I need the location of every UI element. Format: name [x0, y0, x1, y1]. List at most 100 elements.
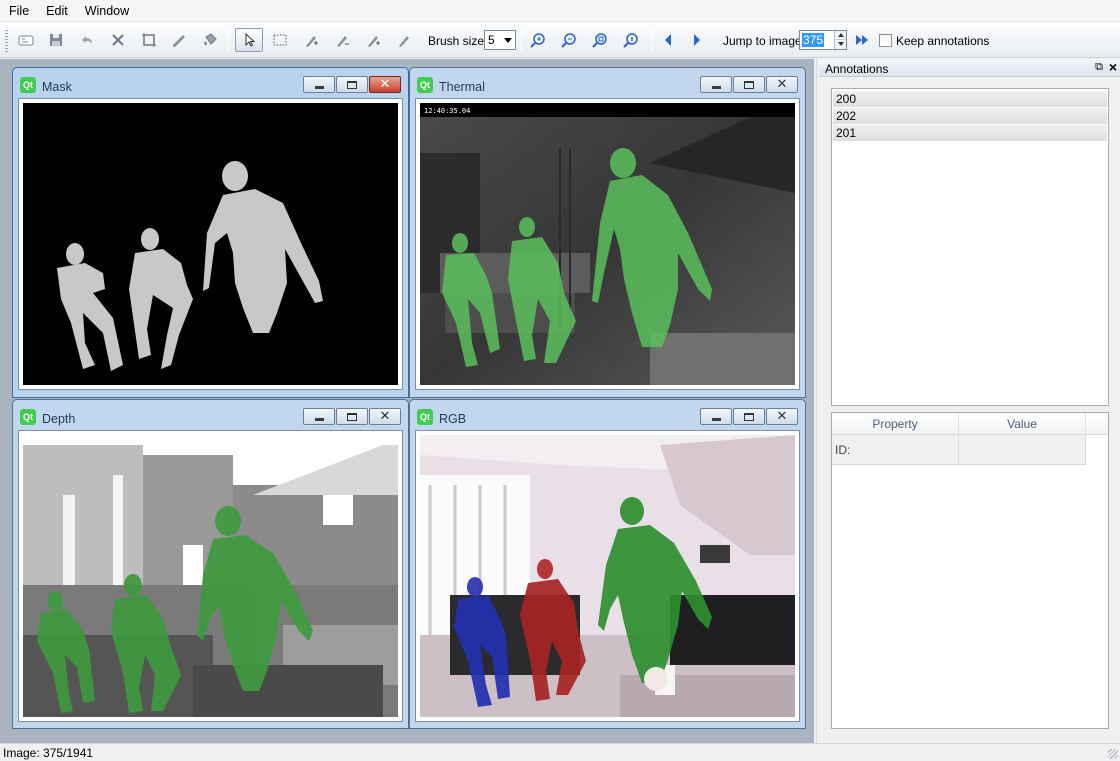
value-cell[interactable] [959, 435, 1086, 465]
close-icon: ✕ [379, 77, 391, 92]
zoom-in-icon[interactable] [526, 28, 550, 52]
jump-to-image-value[interactable]: 375 [802, 33, 825, 47]
zoom-original-icon[interactable] [619, 28, 643, 52]
mask-image[interactable] [23, 103, 398, 385]
depth-window-title: Depth [42, 412, 76, 426]
close-button[interactable]: ✕ [766, 76, 798, 93]
cut-icon[interactable] [106, 28, 130, 52]
jump-to-image-label: Jump to image: [723, 34, 806, 48]
list-item[interactable]: 200 [833, 91, 1107, 108]
mask-window-titlebar[interactable]: Qt Mask ✕ [13, 68, 408, 96]
minimize-icon [711, 417, 721, 421]
undo-icon[interactable] [75, 28, 99, 52]
minimize-icon [314, 85, 324, 89]
table-row[interactable]: ID: [832, 435, 1108, 465]
crop-icon[interactable] [137, 28, 161, 52]
last-icon[interactable] [850, 28, 874, 52]
size-grip-icon[interactable] [1108, 749, 1118, 759]
maximize-button[interactable] [733, 76, 765, 93]
column-header-value[interactable]: Value [959, 413, 1086, 434]
maximize-button[interactable] [733, 408, 765, 425]
mask-canvas [23, 103, 398, 385]
thermal-window-title: Thermal [439, 80, 485, 94]
zoom-out-icon[interactable] [557, 28, 581, 52]
menu-window[interactable]: Window [76, 0, 137, 22]
rgb-window[interactable]: Qt RGB ✕ [409, 399, 806, 729]
status-bar: Image: 375/1941 [0, 743, 1120, 761]
close-icon: ✕ [776, 77, 788, 92]
toolbar: Brush size: 5 Jump to image: 375 Keep an… [0, 22, 1120, 58]
brush-size-label: Brush size: [428, 34, 488, 48]
annotations-dock: Annotations ⧉ × 200 202 201 Property Val… [816, 59, 1120, 743]
rgb-view[interactable] [415, 430, 800, 722]
rgb-image[interactable] [420, 435, 795, 717]
qt-logo-icon: Qt [417, 409, 433, 425]
pointer-icon[interactable] [235, 28, 263, 52]
thermal-window-titlebar[interactable]: Qt Thermal ✕ [410, 68, 805, 96]
list-item[interactable]: 201 [833, 125, 1107, 142]
depth-window[interactable]: Qt Depth ✕ [12, 399, 409, 729]
rect-select-icon[interactable] [268, 28, 292, 52]
jump-to-image-spinbox[interactable]: 375 [799, 30, 847, 50]
minimize-button[interactable] [303, 76, 335, 93]
depth-image[interactable] [23, 435, 398, 717]
pen-icon[interactable] [392, 28, 416, 52]
rgb-window-titlebar[interactable]: Qt RGB ✕ [410, 400, 805, 428]
pen-remove-icon[interactable] [330, 28, 354, 52]
save-icon[interactable] [44, 28, 68, 52]
keep-annotations-checkbox[interactable] [879, 34, 892, 47]
property-cell: ID: [832, 435, 959, 465]
column-header-property[interactable]: Property [832, 413, 959, 434]
menu-edit[interactable]: Edit [37, 0, 76, 22]
annotation-list[interactable]: 200 202 201 [831, 88, 1109, 406]
minimize-button[interactable] [700, 76, 732, 93]
brush-icon[interactable] [168, 28, 192, 52]
thermal-view[interactable]: 12:40:35.04 [415, 98, 800, 390]
annotations-dock-titlebar[interactable]: Annotations ⧉ × [819, 59, 1120, 77]
spin-up-icon[interactable] [834, 31, 846, 40]
pen-add-icon[interactable] [299, 28, 323, 52]
close-icon: ✕ [379, 409, 391, 424]
depth-canvas [23, 435, 398, 717]
brush-size-select[interactable]: 5 [484, 30, 516, 50]
chevron-down-icon [504, 38, 512, 43]
zoom-fit-icon[interactable] [588, 28, 612, 52]
minimize-button[interactable] [700, 408, 732, 425]
list-item[interactable]: 202 [833, 108, 1107, 125]
keep-annotations-label[interactable]: Keep annotations [896, 34, 989, 48]
menu-bar: File Edit Window [0, 0, 1120, 22]
close-button[interactable]: ✕ [369, 408, 401, 425]
spin-down-icon[interactable] [834, 40, 846, 49]
toolbar-grip[interactable] [5, 30, 8, 52]
depth-view[interactable] [18, 430, 403, 722]
wand-icon[interactable] [14, 28, 38, 52]
prev-icon[interactable] [656, 28, 680, 52]
mask-window[interactable]: Qt Mask ✕ [12, 67, 409, 398]
maximize-icon [347, 412, 357, 421]
maximize-icon [347, 80, 357, 89]
maximize-icon [744, 80, 754, 89]
fill-icon[interactable] [198, 28, 222, 52]
depth-window-titlebar[interactable]: Qt Depth ✕ [13, 400, 408, 428]
minimize-icon [711, 85, 721, 89]
property-table[interactable]: Property Value ID: [831, 412, 1109, 729]
close-icon: ✕ [776, 409, 788, 424]
thermal-window[interactable]: Qt Thermal ✕ 12:40:35.04 [409, 67, 806, 398]
menu-file[interactable]: File [0, 0, 37, 22]
mdi-area: Qt Mask ✕ Qt Thermal ✕ 12:40:35.04 Qt De… [0, 59, 814, 743]
next-icon[interactable] [685, 28, 709, 52]
thermal-image[interactable]: 12:40:35.04 [420, 103, 795, 385]
minimize-icon [314, 417, 324, 421]
pen-add2-icon[interactable] [361, 28, 385, 52]
minimize-button[interactable] [303, 408, 335, 425]
maximize-button[interactable] [336, 76, 368, 93]
close-button[interactable]: ✕ [766, 408, 798, 425]
float-icon[interactable]: ⧉ [1095, 61, 1103, 74]
close-button[interactable]: ✕ [369, 76, 401, 93]
maximize-button[interactable] [336, 408, 368, 425]
close-icon[interactable]: × [1109, 59, 1117, 75]
mask-view[interactable] [18, 98, 403, 390]
qt-logo-icon: Qt [20, 409, 36, 425]
maximize-icon [744, 412, 754, 421]
property-table-header: Property Value [832, 413, 1108, 435]
